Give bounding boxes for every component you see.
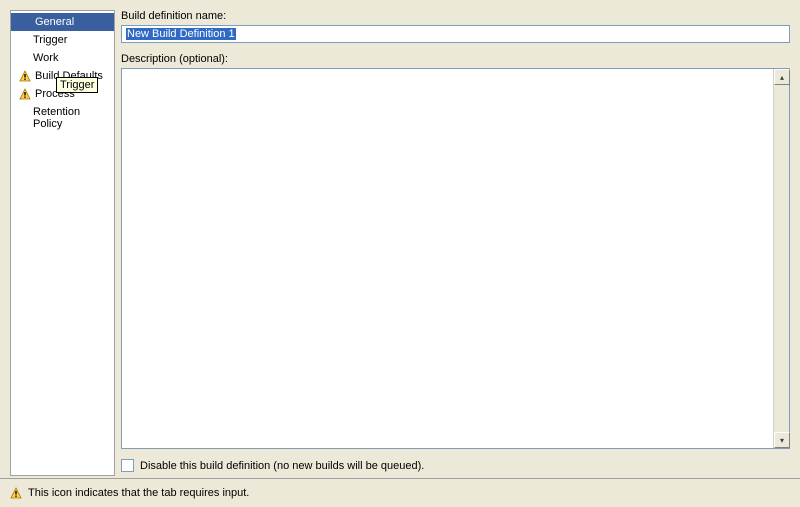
scrollbar[interactable]: ▴ ▾ [773, 69, 789, 448]
sidebar-item-label: General [35, 16, 74, 28]
warning-icon [19, 70, 31, 82]
description-input[interactable] [122, 69, 773, 448]
name-input-value: New Build Definition 1 [126, 28, 236, 40]
scroll-down-button[interactable]: ▾ [774, 432, 790, 448]
content-panel: Build definition name: New Build Definit… [121, 10, 790, 476]
disable-label: Disable this build definition (no new bu… [140, 460, 424, 472]
name-label: Build definition name: [121, 10, 790, 22]
footer: This icon indicates that the tab require… [0, 478, 800, 507]
scroll-up-button[interactable]: ▴ [774, 69, 790, 85]
disable-row: Disable this build definition (no new bu… [121, 457, 790, 476]
sidebar-item-workspace[interactable]: Work Trigger [11, 49, 114, 67]
sidebar-item-retention[interactable]: Retention Policy [11, 103, 114, 133]
description-label: Description (optional): [121, 53, 790, 65]
sidebar-item-label: Work [33, 52, 58, 64]
name-input[interactable]: New Build Definition 1 [121, 25, 790, 43]
sidebar-item-label: Trigger [33, 34, 67, 46]
tooltip: Trigger [56, 77, 98, 93]
sidebar-item-general[interactable]: General [11, 13, 114, 31]
disable-checkbox[interactable] [121, 459, 134, 472]
warning-icon [19, 88, 31, 100]
sidebar-item-label: Retention Policy [33, 106, 108, 130]
description-input-wrapper: ▴ ▾ [121, 68, 790, 449]
footer-hint: This icon indicates that the tab require… [28, 487, 249, 499]
sidebar: General Trigger Work Trigger Build Defau… [10, 10, 115, 476]
sidebar-item-trigger[interactable]: Trigger [11, 31, 114, 49]
warning-icon [10, 487, 22, 499]
